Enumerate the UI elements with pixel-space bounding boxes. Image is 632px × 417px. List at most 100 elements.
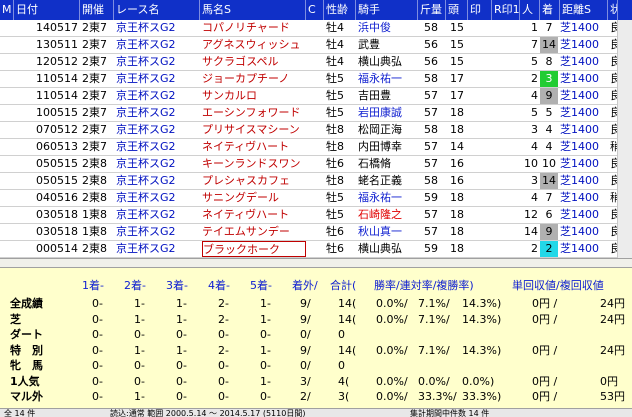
cell-sex: 牡5 xyxy=(326,208,344,221)
pane-splitter[interactable] xyxy=(0,258,632,268)
summary-value: 3/ xyxy=(300,374,311,388)
summary-value: 0.0%) xyxy=(462,374,495,388)
summary-header-8: 単回収値/複回収値 xyxy=(512,279,604,292)
table-row[interactable]: 030518 1東8 京王杯スG2 ネイティヴハート 牡5 石崎隆之 57 18 12 6 芝140… xyxy=(0,207,632,224)
column-header-7[interactable]: 騎手 xyxy=(356,0,418,20)
summary-value: 0 xyxy=(338,328,345,341)
cell-kai: 2東8 xyxy=(82,174,107,187)
table-row[interactable]: 130511 2東7 京王杯スG2 アグネスウィッシュ 牡4 武豊 56 15 7 14 芝1400… xyxy=(0,37,632,54)
vertical-scrollbar[interactable] xyxy=(617,20,632,258)
summary-value: 0円 / xyxy=(532,297,558,310)
cell-kai: 2東7 xyxy=(82,21,107,34)
summary-value: 0- xyxy=(92,359,103,372)
cell-date: 120512 xyxy=(36,55,78,68)
summary-value: 1- xyxy=(260,297,271,310)
column-header-13[interactable]: 着 xyxy=(540,0,560,20)
table-row[interactable]: 000514 2東8 京王杯スG2 ブラックホーク 牡6 横山典弘 59 18 2 2 芝1400 良 xyxy=(0,241,632,258)
cell-weight: 58 xyxy=(424,123,438,136)
table-row[interactable]: 050515 2東8 京王杯スG2 キーンランドスワン 牡6 石橋脩 57 16 10 10 芝14… xyxy=(0,156,632,173)
column-header-14[interactable]: 距離S xyxy=(560,0,608,20)
table-row[interactable]: 050515 2東8 京王杯スG2 プレシャスカフェ 牡8 蛯名正義 58 16 3 14 芝140… xyxy=(0,173,632,190)
table-row[interactable]: 110514 2東7 京王杯スG2 サンカルロ 牡5 吉田豊 57 17 4 9 芝1400 良 xyxy=(0,88,632,105)
summary-value: 0円 / xyxy=(532,390,558,403)
cell-sex: 牡4 xyxy=(326,55,344,68)
cell-pop: 12 xyxy=(524,208,538,221)
column-header-10[interactable]: 印 xyxy=(468,0,492,20)
cell-heads: 15 xyxy=(450,38,464,51)
column-header-9[interactable]: 頭 xyxy=(446,0,468,20)
table-row[interactable]: 110514 2東7 京王杯スG2 ジョーカプチーノ 牡5 福永祐一 58 17 2 3 芝1400… xyxy=(0,71,632,88)
summary-row: ダート 0- 0- 0- 0- 0- 0/0 xyxy=(0,327,632,342)
cell-horse: アグネスウィッシュ xyxy=(202,38,301,51)
summary-value: 1- xyxy=(134,390,145,403)
summary-header-5: 着外/ xyxy=(292,279,318,292)
cell-pop: 2 xyxy=(531,242,538,255)
cell-dist: 芝1400 xyxy=(560,123,599,136)
summary-value: 1- xyxy=(176,343,187,357)
table-row[interactable]: 040516 2東8 京王杯スG2 サニングデール 牡5 福永祐一 59 18 4 7 芝1400 稍 xyxy=(0,190,632,207)
cell-dist: 芝1400 xyxy=(560,72,599,85)
cell-pop: 3 xyxy=(531,123,538,136)
column-header-2[interactable]: 開催 xyxy=(80,0,114,20)
cell-sex: 牡8 xyxy=(326,140,344,153)
cell-pop: 7 xyxy=(531,38,538,51)
cell-heads: 17 xyxy=(450,72,464,85)
table-row[interactable]: 100515 2東7 京王杯スG2 エーシンフォワード 牡5 岩田康誠 57 18 5 5 芝140… xyxy=(0,105,632,122)
cell-kai: 1東8 xyxy=(82,208,107,221)
summary-value: 1- xyxy=(176,297,187,310)
summary-value: 33.3%) xyxy=(462,390,502,403)
summary-value: 0.0%/ xyxy=(376,297,408,310)
table-row[interactable]: 060513 2東7 京王杯スG2 ネイティヴハート 牡8 内田博幸 57 14 4 4 芝1400… xyxy=(0,139,632,156)
cell-jockey: 横山典弘 xyxy=(358,55,402,68)
column-header-6[interactable]: 性齢 xyxy=(324,0,356,20)
summary-value: 0.0%/ xyxy=(376,312,408,326)
summary-value: 0- xyxy=(134,359,145,372)
cell-heads: 18 xyxy=(450,225,464,238)
summary-header-row: 1着- 2着- 3着- 4着- 5着- 着外/合計(勝率/連対率/複勝率) 単回収値/複回収… xyxy=(0,278,632,293)
cell-horse: エーシンフォワード xyxy=(202,106,301,119)
table-row[interactable]: 120512 2東7 京王杯スG2 サクラゴスペル 牡4 横山典弘 56 15 5 8 芝1400 良 xyxy=(0,54,632,71)
column-header-1[interactable]: 日付 xyxy=(14,0,80,20)
cell-sex: 牡5 xyxy=(326,72,344,85)
table-row[interactable]: 070512 2東7 京王杯スG2 プリサイスマシーン 牡8 松岡正海 58 18 3 4 芝140… xyxy=(0,122,632,139)
column-header-0[interactable]: M xyxy=(0,0,14,20)
summary-row: 芝 0- 1- 1- 2- 1- 9/14(0.0%/ 7.1%/ 14.3%) 0円 / 24円 xyxy=(0,312,632,327)
summary-row: 1人気 0- 0- 0- 0- 1- 3/4(0.0%/ 0.0%/ 0.0%) 0円 / 0円 xyxy=(0,374,632,389)
cell-weight: 57 xyxy=(424,208,438,221)
summary-row-label: 特 別 xyxy=(10,343,43,357)
column-header-11[interactable]: R印1 xyxy=(492,0,520,20)
table-row[interactable]: 140517 2東7 京王杯スG2 コパノリチャード 牡4 浜中俊 58 15 1 7 芝1400 良 xyxy=(0,20,632,37)
summary-value: 14.3%) xyxy=(462,312,502,326)
cell-horse: サニングデール xyxy=(202,191,279,204)
summary-value: 14.3%) xyxy=(462,297,502,310)
column-header-3[interactable]: レース名 xyxy=(114,0,200,20)
summary-value: 0- xyxy=(92,390,103,403)
cell-race: 京王杯スG2 xyxy=(116,123,176,136)
summary-value: 0円 / xyxy=(532,343,558,357)
cell-date: 140517 xyxy=(36,21,78,34)
cell-race: 京王杯スG2 xyxy=(116,208,176,221)
summary-value: 0- xyxy=(134,328,145,341)
cell-horse: コパノリチャード xyxy=(202,21,290,34)
cell-kai: 2東7 xyxy=(82,123,107,136)
cell-rank: 7 xyxy=(545,21,553,34)
cell-jockey: 石崎隆之 xyxy=(358,208,402,221)
summary-value: 24円 xyxy=(600,312,625,326)
cell-heads: 15 xyxy=(450,21,464,34)
summary-value: 0- xyxy=(260,390,271,403)
column-header-8[interactable]: 斤量 xyxy=(418,0,446,20)
summary-row: 全成績 0- 1- 1- 2- 1- 9/14(0.0%/ 7.1%/ 14.3%) 0円 / 24… xyxy=(0,296,632,311)
column-header-4[interactable]: 馬名S xyxy=(200,0,306,20)
summary-value: 1- xyxy=(260,343,271,357)
cell-race: 京王杯スG2 xyxy=(116,72,176,85)
cell-weight: 57 xyxy=(424,157,438,170)
column-header-5[interactable]: C xyxy=(306,0,324,20)
summary-value: 0- xyxy=(260,328,271,341)
cell-jockey: 内田博幸 xyxy=(358,140,402,153)
column-header-15[interactable]: 状 xyxy=(608,0,618,20)
table-row[interactable]: 030518 1東8 京王杯スG2 テイエムサンデー 牡6 秋山真一 57 18 14 9 芝140… xyxy=(0,224,632,241)
column-header-12[interactable]: 人 xyxy=(520,0,540,20)
summary-value: 1- xyxy=(134,312,145,326)
cell-heads: 14 xyxy=(450,140,464,153)
cell-horse: ジョーカプチーノ xyxy=(202,72,290,85)
